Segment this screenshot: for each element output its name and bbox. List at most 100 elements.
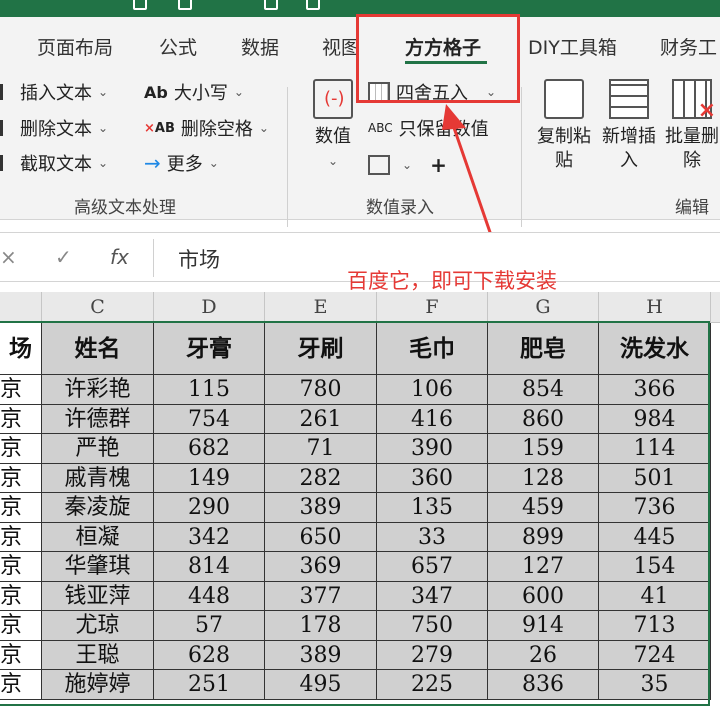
- tab-finance[interactable]: 财务工: [660, 33, 717, 60]
- table-cell[interactable]: 26: [488, 640, 599, 670]
- table-cell[interactable]: 尤琼: [42, 611, 154, 641]
- table-cell[interactable]: 106: [377, 375, 488, 405]
- table-cell[interactable]: 360: [377, 463, 488, 493]
- header-cell-partial[interactable]: 场: [0, 323, 42, 375]
- table-cell[interactable]: 154: [599, 552, 711, 582]
- header-cell[interactable]: 牙膏: [154, 323, 265, 375]
- header-cell[interactable]: 毛巾: [377, 323, 488, 375]
- table-cell[interactable]: 780: [265, 375, 377, 405]
- format-icon[interactable]: [264, 0, 278, 10]
- confirm-icon[interactable]: ✓: [55, 245, 72, 269]
- table-cell[interactable]: 724: [599, 640, 711, 670]
- column-header-c[interactable]: C: [42, 292, 154, 323]
- table-cell[interactable]: 984: [599, 404, 711, 434]
- table-cell[interactable]: 149: [154, 463, 265, 493]
- table-cell-partial[interactable]: 京: [0, 493, 42, 523]
- case-button[interactable]: Ab 大小写 ⌄: [144, 79, 244, 105]
- delete-text-button[interactable]: 删除文本 ⌄: [0, 115, 108, 141]
- table-cell[interactable]: 251: [154, 670, 265, 700]
- table-cell[interactable]: 159: [488, 434, 599, 464]
- table-cell[interactable]: 127: [488, 552, 599, 582]
- table-cell[interactable]: 495: [265, 670, 377, 700]
- table-cell[interactable]: 389: [265, 493, 377, 523]
- header-cell[interactable]: 洗发水: [599, 323, 711, 375]
- table-cell[interactable]: 713: [599, 611, 711, 641]
- table-cell[interactable]: 严艳: [42, 434, 154, 464]
- header-cell[interactable]: 肥皂: [488, 323, 599, 375]
- more-button[interactable]: → 更多 ⌄: [144, 150, 219, 176]
- table-cell[interactable]: 389: [265, 640, 377, 670]
- table-cell[interactable]: 施婷婷: [42, 670, 154, 700]
- tab-view[interactable]: 视图: [322, 33, 360, 60]
- table-cell[interactable]: 282: [265, 463, 377, 493]
- header-cell[interactable]: 牙刷: [265, 323, 377, 375]
- table-cell[interactable]: 459: [488, 493, 599, 523]
- table-cell[interactable]: 390: [377, 434, 488, 464]
- table-cell-partial[interactable]: 京: [0, 581, 42, 611]
- table-cell[interactable]: 许德群: [42, 404, 154, 434]
- copy-paste-button[interactable]: 复制粘贴: [536, 79, 592, 173]
- table-cell[interactable]: 桓凝: [42, 522, 154, 552]
- table-cell[interactable]: 342: [154, 522, 265, 552]
- spreadsheet-grid[interactable]: C D E F G H 场姓名 牙膏 牙刷 毛巾 肥皂 洗发水京许彩艳 115 780 106 8…: [0, 292, 720, 706]
- function-icon[interactable]: fx: [110, 245, 129, 269]
- table-cell-partial[interactable]: 京: [0, 670, 42, 700]
- table-cell[interactable]: 682: [154, 434, 265, 464]
- table-cell[interactable]: 416: [377, 404, 488, 434]
- column-header-d[interactable]: D: [154, 292, 265, 323]
- value-edit-dropdown[interactable]: ⌄ +: [368, 153, 447, 177]
- table-cell-partial[interactable]: 京: [0, 552, 42, 582]
- table-cell[interactable]: 650: [265, 522, 377, 552]
- table-cell-partial[interactable]: 京: [0, 522, 42, 552]
- header-cell[interactable]: 姓名: [42, 323, 154, 375]
- table-cell[interactable]: 600: [488, 581, 599, 611]
- table-cell[interactable]: 261: [265, 404, 377, 434]
- table-cell[interactable]: 钱亚萍: [42, 581, 154, 611]
- table-cell-partial[interactable]: 京: [0, 463, 42, 493]
- table-cell[interactable]: 754: [154, 404, 265, 434]
- column-header-g[interactable]: G: [488, 292, 599, 323]
- cancel-icon[interactable]: ×: [0, 245, 17, 269]
- save-icon[interactable]: [133, 0, 147, 10]
- column-header-f[interactable]: F: [377, 292, 488, 323]
- table-cell[interactable]: 114: [599, 434, 711, 464]
- table-cell[interactable]: 王聪: [42, 640, 154, 670]
- table-cell[interactable]: 899: [488, 522, 599, 552]
- table-cell[interactable]: 628: [154, 640, 265, 670]
- value-button[interactable]: (-) 数值 ⌄: [310, 79, 356, 173]
- table-cell-partial[interactable]: 京: [0, 404, 42, 434]
- table-cell[interactable]: 128: [488, 463, 599, 493]
- table-cell[interactable]: 377: [265, 581, 377, 611]
- table-cell[interactable]: 71: [265, 434, 377, 464]
- table-cell[interactable]: 347: [377, 581, 488, 611]
- column-header-partial[interactable]: [0, 292, 42, 323]
- table-cell[interactable]: 戚青槐: [42, 463, 154, 493]
- table-cell-partial[interactable]: 京: [0, 375, 42, 405]
- tab-diy-toolbox[interactable]: DIY工具箱: [528, 33, 617, 60]
- tab-data[interactable]: 数据: [241, 33, 279, 60]
- table-cell[interactable]: 135: [377, 493, 488, 523]
- table-cell[interactable]: 860: [488, 404, 599, 434]
- table-cell[interactable]: 836: [488, 670, 599, 700]
- table-cell[interactable]: 33: [377, 522, 488, 552]
- table-cell[interactable]: 448: [154, 581, 265, 611]
- table-cell[interactable]: 366: [599, 375, 711, 405]
- table-cell[interactable]: 445: [599, 522, 711, 552]
- batch-delete-button[interactable]: × 批量删除: [664, 79, 720, 173]
- formula-input[interactable]: 市场: [178, 244, 220, 274]
- table-cell[interactable]: 178: [265, 611, 377, 641]
- table-cell[interactable]: 736: [599, 493, 711, 523]
- table-cell[interactable]: 35: [599, 670, 711, 700]
- view-icon[interactable]: [306, 0, 320, 10]
- column-header-h[interactable]: H: [599, 292, 711, 323]
- table-cell[interactable]: 501: [599, 463, 711, 493]
- column-header-e[interactable]: E: [265, 292, 377, 323]
- table-cell[interactable]: 279: [377, 640, 488, 670]
- table-cell[interactable]: 许彩艳: [42, 375, 154, 405]
- table-cell[interactable]: 854: [488, 375, 599, 405]
- table-cell[interactable]: 57: [154, 611, 265, 641]
- insert-text-button[interactable]: 插入文本 ⌄: [0, 79, 108, 105]
- table-cell[interactable]: 华肇琪: [42, 552, 154, 582]
- print-icon[interactable]: [178, 0, 192, 10]
- table-cell[interactable]: 290: [154, 493, 265, 523]
